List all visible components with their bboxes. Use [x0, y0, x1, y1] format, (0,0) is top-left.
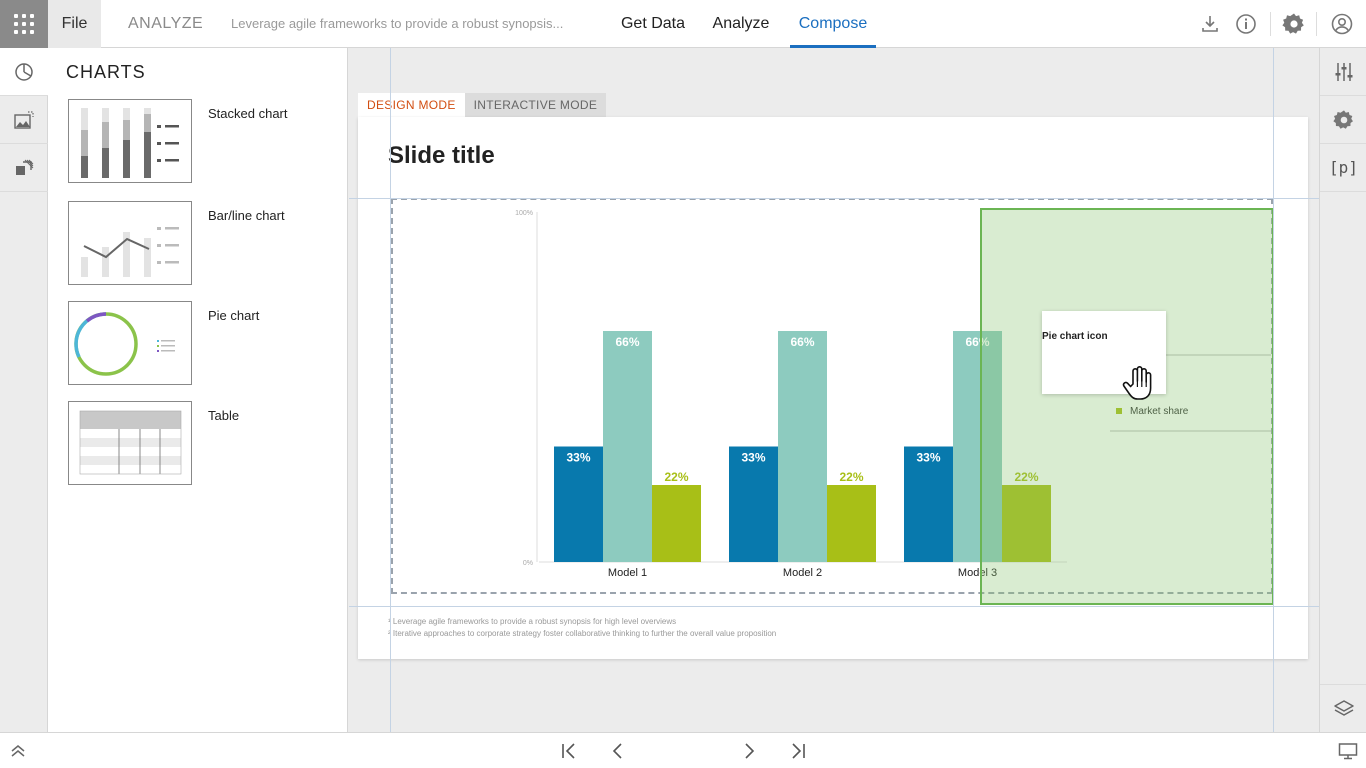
chart-item-bar-line[interactable]: Bar/line chart	[68, 201, 328, 285]
collapse-up-icon[interactable]	[7, 740, 29, 762]
y-tick-label: 100%	[515, 210, 533, 217]
slide-canvas: DESIGN MODE INTERACTIVE MODE Slide title…	[349, 48, 1319, 732]
present-icon[interactable]	[1337, 740, 1359, 762]
data-label: 33%	[566, 451, 590, 465]
pie-chart-icon[interactable]	[68, 301, 192, 385]
layout-guide	[1273, 48, 1274, 732]
stacked-chart-icon[interactable]	[68, 99, 192, 183]
footnote-2: ² Iterative approaches to corporate stra…	[388, 629, 777, 638]
table-icon[interactable]	[68, 401, 192, 485]
last-page-icon[interactable]	[787, 740, 809, 762]
charts-panel: CHARTS Stacked chart Bar/line chart Pie …	[48, 48, 348, 732]
gear-icon[interactable]	[1280, 10, 1308, 38]
footnote-1: ¹ Leverage agile frameworks to provide a…	[388, 617, 677, 626]
chart-item-stacked[interactable]: Stacked chart	[68, 99, 328, 183]
layout-guide	[349, 606, 1319, 607]
drop-zone-highlight[interactable]	[980, 208, 1274, 605]
document-subtitle: Leverage agile frameworks to provide a r…	[231, 16, 564, 31]
x-tick-label: Model 1	[608, 567, 647, 579]
sliders-icon[interactable]	[1320, 48, 1366, 96]
layers-icon[interactable]	[1320, 684, 1366, 732]
right-rail: [p]	[1319, 48, 1366, 732]
shapes-icon[interactable]	[0, 144, 48, 192]
y-tick-label: 0%	[523, 560, 533, 567]
chart-item-label: Pie chart	[208, 308, 260, 323]
data-label: 66%	[615, 335, 639, 349]
chart-bar	[778, 331, 827, 562]
data-label: 33%	[916, 451, 940, 465]
tab-get-data[interactable]: Get Data	[612, 0, 694, 48]
charts-panel-title: CHARTS	[66, 62, 146, 82]
chart-item-table[interactable]: Table	[68, 401, 328, 485]
parameter-icon[interactable]: [p]	[1320, 144, 1366, 192]
tab-compose[interactable]: Compose	[790, 0, 876, 48]
x-tick-label: Model 2	[783, 567, 822, 579]
layout-guide	[390, 48, 391, 732]
chart-item-label: Stacked chart	[208, 106, 288, 121]
section-title: ANALYZE	[128, 15, 204, 32]
layout-guide	[349, 198, 1319, 199]
drag-preview-label: Pie chart icon	[1042, 331, 1108, 342]
data-label: 22%	[664, 470, 688, 484]
data-label: 22%	[839, 470, 863, 484]
tab-analyze[interactable]: Analyze	[704, 0, 778, 48]
chart-bar	[652, 485, 701, 562]
hand-cursor-icon	[1122, 366, 1152, 400]
download-icon[interactable]	[1196, 10, 1224, 38]
top-bar: File ANALYZE Leverage agile frameworks t…	[0, 0, 1366, 48]
chart-item-pie[interactable]: Pie chart	[68, 301, 328, 385]
left-rail	[0, 48, 48, 732]
slide-title[interactable]: Slide title	[388, 142, 495, 170]
file-menu-button[interactable]: File	[48, 0, 101, 48]
prev-page-icon[interactable]	[607, 740, 629, 762]
bottom-bar	[0, 732, 1366, 768]
chart-bar	[827, 485, 876, 562]
user-icon[interactable]	[1328, 10, 1356, 38]
chart-item-label: Table	[208, 408, 240, 423]
bar-line-chart-icon[interactable]	[68, 201, 192, 285]
image-icon[interactable]	[0, 96, 48, 144]
gear-icon[interactable]	[1320, 96, 1366, 144]
apps-grid-icon[interactable]	[0, 0, 48, 48]
chart-item-label: Bar/line chart	[208, 208, 285, 223]
data-label: 66%	[790, 335, 814, 349]
info-icon[interactable]	[1232, 10, 1260, 38]
pie-chart-icon[interactable]	[0, 48, 48, 96]
next-page-icon[interactable]	[738, 740, 760, 762]
first-page-icon[interactable]	[558, 740, 580, 762]
mode-tabs: DESIGN MODE INTERACTIVE MODE	[358, 93, 607, 117]
tab-design-mode[interactable]: DESIGN MODE	[358, 93, 465, 117]
chart-bar	[603, 331, 652, 562]
data-label: 33%	[741, 451, 765, 465]
parameter-label: [p]	[1329, 158, 1358, 177]
tab-interactive-mode[interactable]: INTERACTIVE MODE	[464, 93, 607, 117]
